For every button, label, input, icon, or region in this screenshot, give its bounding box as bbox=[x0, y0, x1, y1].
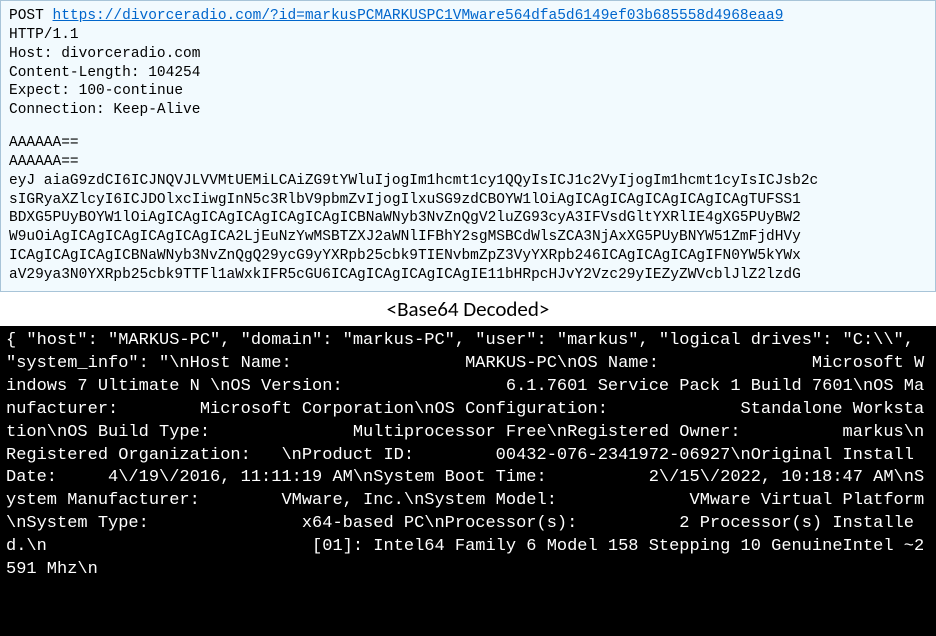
header-host-value: divorceradio.com bbox=[61, 46, 200, 62]
body-line: BDXG5PUyBOYW1lOiAgICAgICAgICAgICAgICAgIC… bbox=[9, 209, 927, 228]
body-line: AAAAAA== bbox=[9, 134, 927, 153]
http-request-panel: POST https://divorceradio.com/?id=markus… bbox=[0, 0, 936, 292]
body-line: sIGRyaXZlcyI6ICJDOlxcIiwgInN5c3RlbV9pbmZ… bbox=[9, 191, 927, 210]
header-host: Host: divorceradio.com bbox=[9, 45, 927, 64]
body-line: aV29ya3N0YXRpb25cbk9TTFl1aWxkIFR5cGU6ICA… bbox=[9, 266, 927, 285]
decoded-panel: { "host": "MARKUS-PC", "domain": "markus… bbox=[0, 326, 936, 636]
header-connection-label: Connection: bbox=[9, 102, 105, 118]
divider-label: <Base64 Decoded> bbox=[0, 292, 936, 326]
header-expect: Expect: 100-continue bbox=[9, 82, 927, 101]
header-connection: Connection: Keep-Alive bbox=[9, 101, 927, 120]
http-version: HTTP/1.1 bbox=[9, 26, 927, 45]
body-line: eyJ aiaG9zdCI6ICJNQVJLVVMtUEMiLCAiZG9tYW… bbox=[9, 172, 927, 191]
request-url[interactable]: https://divorceradio.com/?id=markusPCMAR… bbox=[53, 8, 784, 24]
body-line: ICAgICAgICAgICBNaWNyb3NvZnQgQ29ycG9yYXRp… bbox=[9, 247, 927, 266]
http-method: POST bbox=[9, 8, 44, 24]
header-expect-label: Expect: bbox=[9, 83, 70, 99]
body-line: W9uOiAgICAgICAgICAgICAgICA2LjEuNzYwMSBTZ… bbox=[9, 228, 927, 247]
body-line: AAAAAA== bbox=[9, 153, 927, 172]
header-connection-value: Keep-Alive bbox=[113, 102, 200, 118]
header-content-length-label: Content-Length: bbox=[9, 65, 140, 81]
request-body: AAAAAA== AAAAAA== eyJ aiaG9zdCI6ICJNQVJL… bbox=[9, 134, 927, 285]
header-host-label: Host: bbox=[9, 46, 53, 62]
header-content-length: Content-Length: 104254 bbox=[9, 64, 927, 83]
header-content-length-value: 104254 bbox=[148, 65, 200, 81]
request-line: POST https://divorceradio.com/?id=markus… bbox=[9, 7, 927, 26]
header-expect-value: 100-continue bbox=[79, 83, 183, 99]
